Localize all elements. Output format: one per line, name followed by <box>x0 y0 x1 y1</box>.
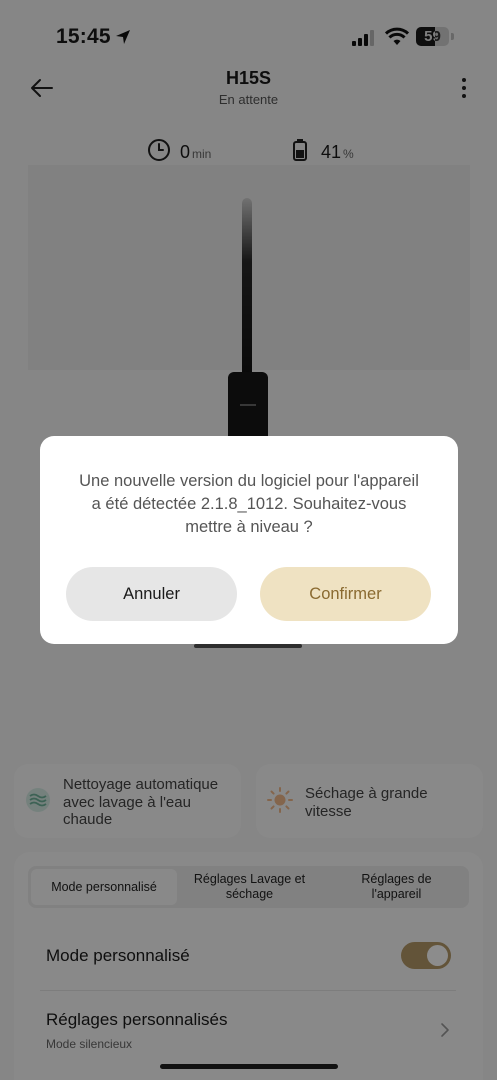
home-indicator[interactable] <box>160 1064 338 1069</box>
update-message: Une nouvelle version du logiciel pour l'… <box>79 472 419 536</box>
update-dialog: Une nouvelle version du logiciel pour l'… <box>40 436 458 644</box>
confirm-button[interactable]: Confirmer <box>260 567 431 621</box>
cancel-button[interactable]: Annuler <box>66 567 237 621</box>
